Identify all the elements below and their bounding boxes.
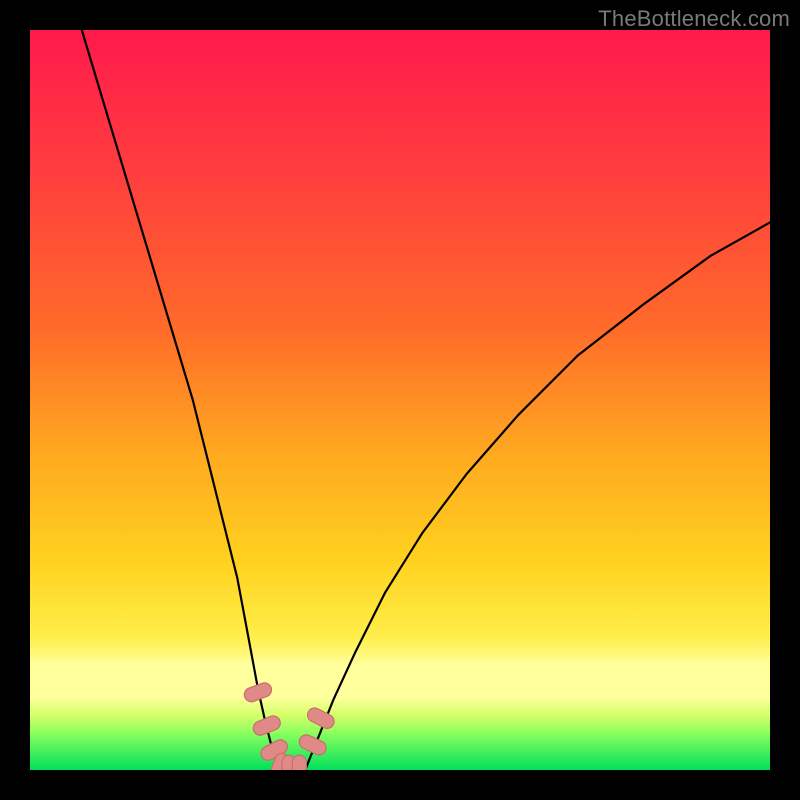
marker-5 bbox=[292, 755, 306, 770]
plot-area bbox=[30, 30, 770, 770]
watermark-text: TheBottleneck.com bbox=[598, 6, 790, 32]
plot-inner bbox=[30, 30, 770, 770]
chart-svg bbox=[30, 30, 770, 770]
pale-band bbox=[30, 663, 770, 700]
gradient-bg bbox=[30, 30, 770, 770]
chart-frame: TheBottleneck.com bbox=[0, 0, 800, 800]
